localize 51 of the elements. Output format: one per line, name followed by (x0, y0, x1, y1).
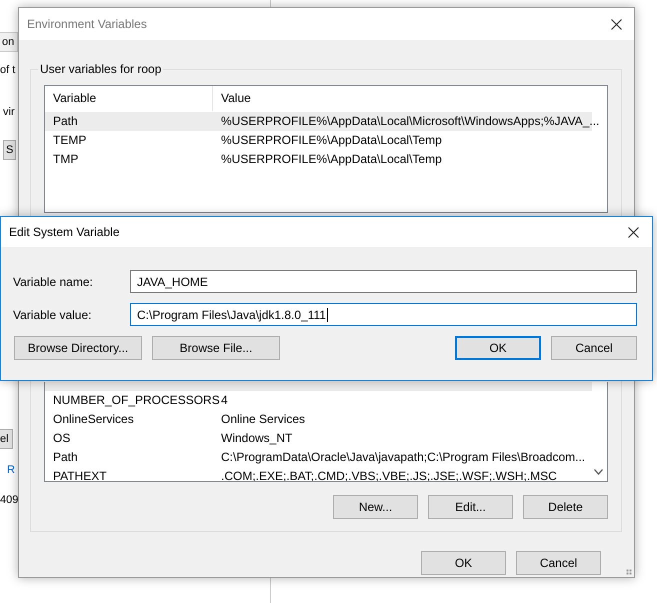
dialog-button[interactable]: Edit... (428, 495, 513, 519)
close-icon[interactable] (611, 18, 622, 30)
column-header[interactable]: Variable (45, 86, 213, 111)
window-title: Environment Variables (27, 17, 147, 31)
input-field[interactable]: JAVA_HOME (130, 270, 637, 293)
variable-name: TEMP (52, 132, 88, 149)
scroll-down-icon[interactable] (594, 469, 603, 475)
link[interactable]: R (7, 462, 15, 478)
variable-value: Online Services (221, 411, 306, 428)
variable-row[interactable]: Path C:\ProgramData\Oracle\Java\javapath;C:\Program Files\Broadcom... (45, 448, 592, 467)
group-label: User variables for roop (38, 61, 164, 77)
variable-name: TMP (52, 151, 80, 168)
button[interactable]: S (3, 140, 16, 160)
variable-value: %USERPROFILE%\AppData\Local\Temp (221, 151, 442, 168)
variable-value: %USERPROFILE%\AppData\Local\Temp (221, 132, 442, 149)
input-field[interactable]: C:\Program Files\Java\jdk1.8.0_111 (130, 303, 637, 326)
variable-row[interactable]: TEMP %USERPROFILE%\AppData\Local\Temp (45, 131, 592, 150)
column-header[interactable]: Value (213, 86, 607, 111)
variable-value: %USERPROFILE%\AppData\Local\Microsoft\WindowsApps;%JAVA_... (221, 113, 600, 130)
label-text: of t (0, 63, 16, 78)
window-title: Edit System Variable (9, 225, 120, 239)
variable-value: C:\ProgramData\Oracle\Java\javapath;C:\Program Files\Broadcom... (221, 449, 586, 466)
resize-grip-icon[interactable] (626, 569, 632, 575)
variables-list[interactable]: Variable Value Path %USERPROFILE%\AppData\Local\Microsoft\WindowsApps;%JAVA_... TEMP %USERPROFILE%\AppData\Local\Temp TMP %USERPROFILE%\AppData\Local\Temp (44, 85, 608, 213)
dialog-button[interactable]: Cancel (551, 336, 637, 360)
variable-row[interactable]: OnlineServices Online Services (45, 410, 592, 429)
variable-name: Path (52, 113, 79, 130)
tab[interactable]: on (0, 32, 18, 52)
label-text: 409 (0, 493, 18, 508)
variable-name: PATHEXT (52, 468, 108, 481)
variable-value: 4 (221, 392, 228, 409)
variable-row[interactable]: TMP %USERPROFILE%\AppData\Local\Temp (45, 150, 592, 169)
dialog-button[interactable]: OK (421, 551, 506, 575)
field-label: Variable name: (13, 274, 94, 288)
dialog-button[interactable]: Delete (523, 495, 608, 519)
field-label: Variable value: (13, 308, 92, 322)
variable-value: Windows_NT (221, 430, 292, 447)
dialog-button[interactable]: Cancel (516, 551, 601, 575)
dialog-button[interactable]: New... (333, 495, 418, 519)
close-icon[interactable] (628, 226, 639, 238)
dialog-button[interactable]: OK (455, 336, 541, 360)
variable-name: Path (52, 449, 79, 466)
variable-row[interactable]: OS Windows_NT (45, 429, 592, 448)
variable-name: NUMBER_OF_PROCESSORS (52, 392, 221, 409)
button[interactable]: el (0, 429, 13, 449)
dialog-button[interactable]: Browse File... (152, 336, 280, 360)
label-text: vir (3, 105, 15, 120)
variable-name: OS (52, 430, 72, 447)
variable-row[interactable]: NUMBER_OF_PROCESSORS4 (45, 391, 592, 410)
dialog-button[interactable]: Browse Directory... (14, 336, 142, 360)
variable-name: OnlineServices (52, 411, 135, 428)
